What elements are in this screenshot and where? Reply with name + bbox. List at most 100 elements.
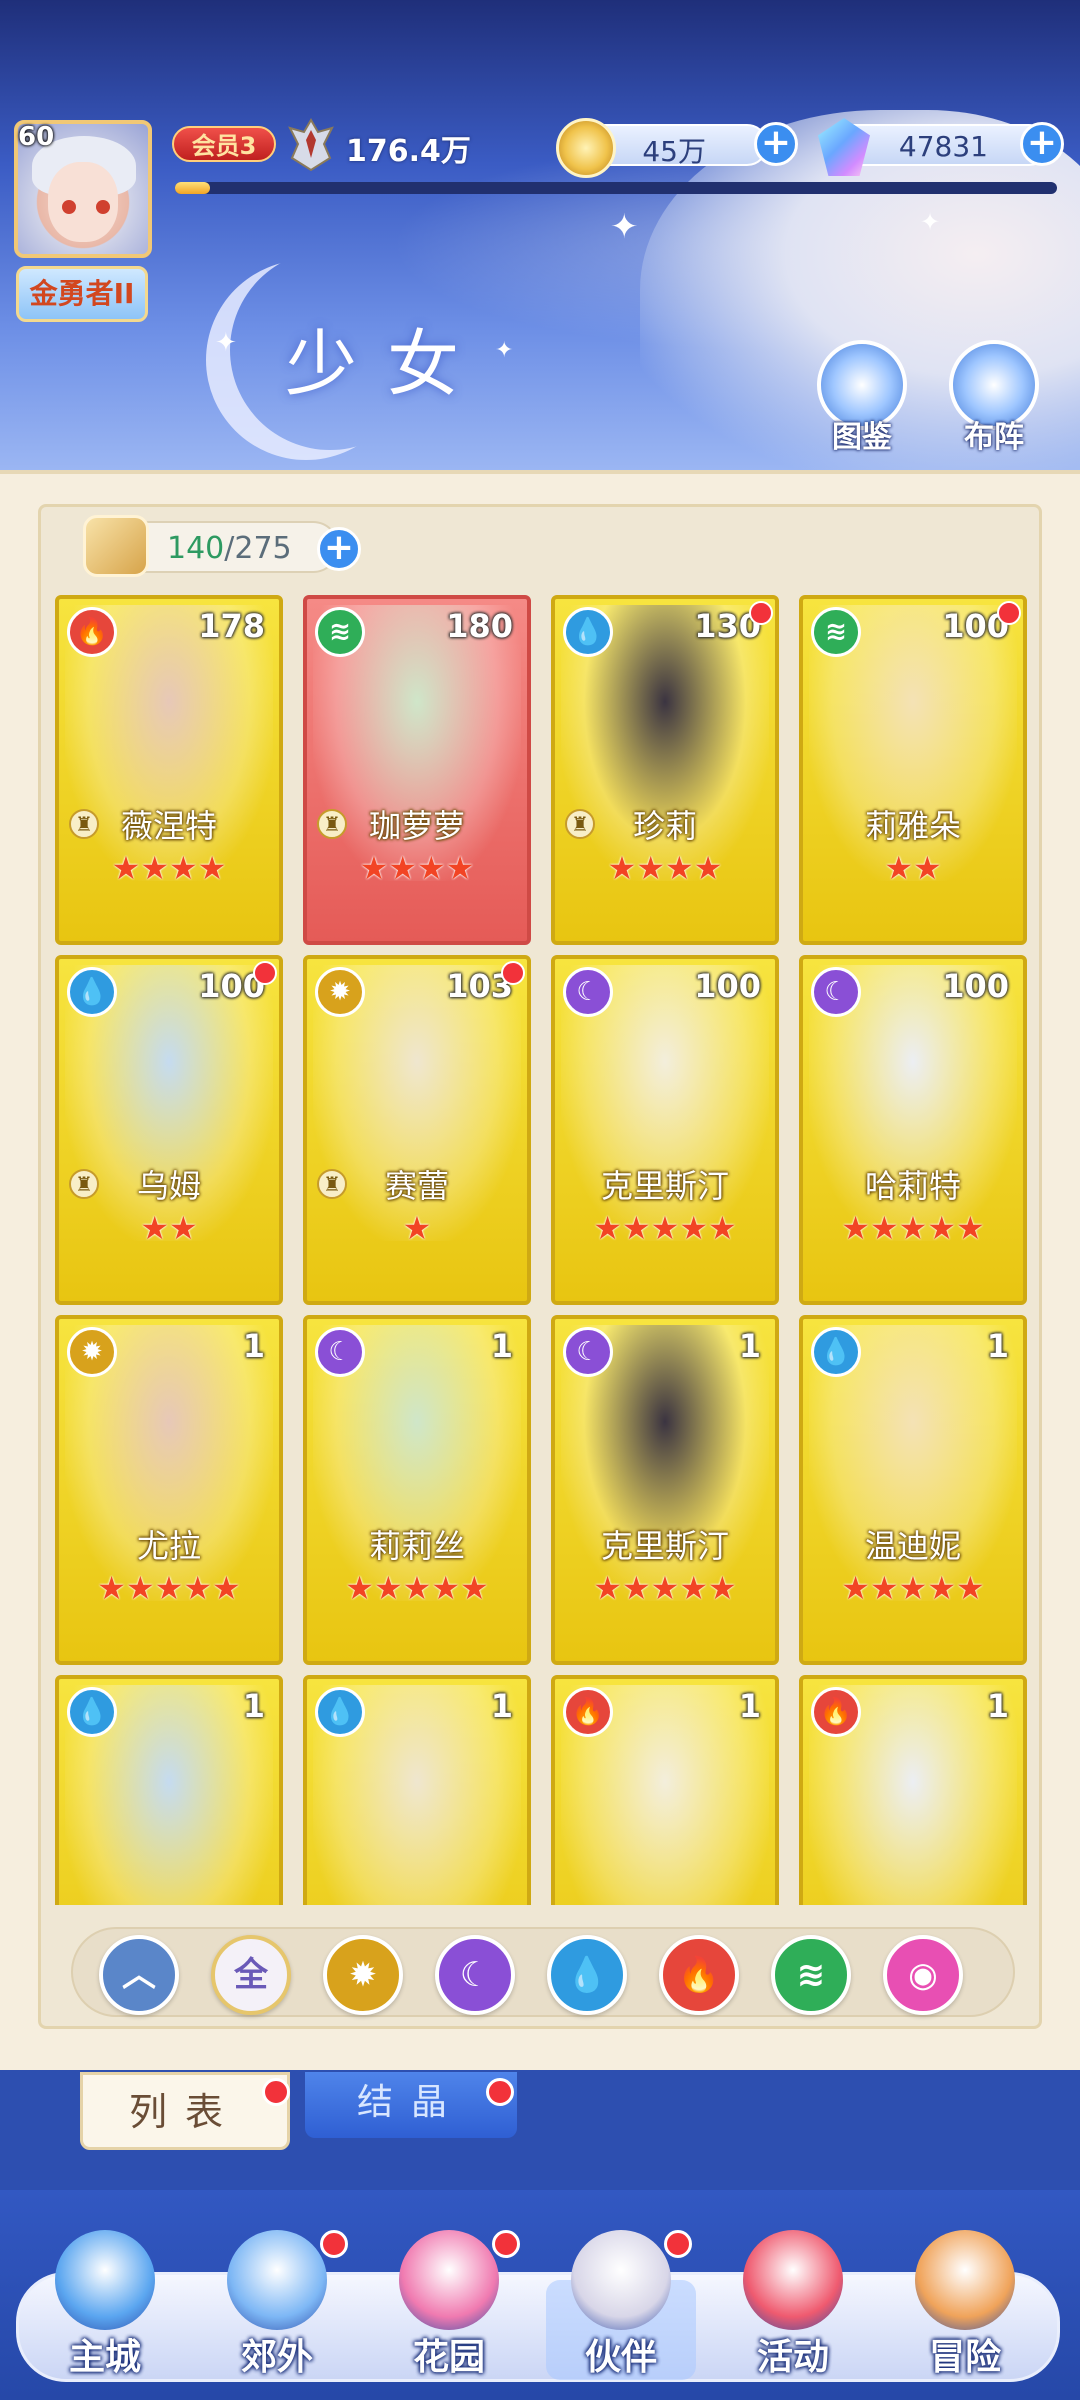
add-gold-button[interactable]: + xyxy=(754,122,798,166)
fire-element-icon: 🔥 xyxy=(67,607,117,657)
character-card[interactable]: ≋ 180 ♜ 珈萝萝 ★★★★ xyxy=(303,595,531,945)
expand-roster-button[interactable]: + xyxy=(317,527,361,571)
tab-list[interactable]: 列表 xyxy=(80,2072,290,2150)
fire-element-icon: 🔥 xyxy=(811,1687,861,1737)
gold-amount: 45万 xyxy=(642,135,706,168)
character-card[interactable]: ☾ 1 莉莉丝 ★★★★★ xyxy=(303,1315,531,1665)
exp-progress-fill xyxy=(175,182,211,194)
character-grid: 🔥 178 ♜ 薇涅特 ★★★★ ≋ 180 ♜ 珈萝萝 ★★★★ 💧 130 ♜ 珍莉 ★★★★ ≋ 100 莉… xyxy=(55,595,1035,1905)
add-gems-button[interactable]: + xyxy=(1020,122,1064,166)
gold-coin-icon xyxy=(556,118,616,178)
dark-element-icon: ☾ xyxy=(811,967,861,1017)
vip-badge[interactable]: 会员3 xyxy=(172,126,276,162)
star-rating: ★★★★★ xyxy=(841,1569,985,1607)
character-level: 1 xyxy=(738,1687,761,1725)
nav-label: 花园 xyxy=(412,2337,485,2378)
filter-fire-button[interactable]: 🔥 xyxy=(659,1935,739,2015)
character-card[interactable]: 💧 1 温迪妮 ★★★★★ xyxy=(799,1315,1027,1665)
character-level: 1 xyxy=(242,1327,265,1365)
filter-wind-button[interactable]: ≋ xyxy=(771,1935,851,2015)
filter-all-button[interactable]: 全 xyxy=(211,1935,291,2015)
player-title-badge[interactable]: 金勇者II xyxy=(16,266,148,322)
character-level: 100 xyxy=(942,967,1009,1005)
character-card[interactable]: ≋ 100 莉雅朵 ★★ xyxy=(799,595,1027,945)
portal-icon xyxy=(227,2230,327,2330)
filter-sort-button[interactable]: ︿ xyxy=(99,1935,179,2015)
tab-crystal-notification-dot xyxy=(486,2078,514,2106)
flame-icon: 🔥 xyxy=(677,1955,721,1995)
character-card[interactable]: 💧 100 ♜ 乌姆 ★★ xyxy=(55,955,283,1305)
character-name: 珍莉 xyxy=(632,807,697,845)
nav-notification-dot xyxy=(664,2230,692,2258)
dark-element-icon: ☾ xyxy=(315,1327,365,1377)
character-name: 珈萝萝 xyxy=(368,807,465,845)
combat-power: 176.4万 xyxy=(346,134,471,169)
roster-count: 140 xyxy=(167,531,225,566)
character-name: 莉雅朵 xyxy=(864,807,961,845)
filter-light-button[interactable]: ✹ xyxy=(323,1935,403,2015)
sparkle-icon: ✦ xyxy=(610,207,639,247)
chevron-up-icon: ︿ xyxy=(122,1955,156,1995)
capacity-separator: / xyxy=(224,531,235,566)
partner-panel: 140/275 + 🔥 178 ♜ 薇涅特 ★★★★ ≋ 180 ♜ 珈萝萝 ★★★★ 💧 130 ♜ 珍… xyxy=(0,470,1080,2070)
avatar-eye xyxy=(62,200,76,214)
nav-item[interactable]: 主城 xyxy=(20,2190,190,2390)
star-rating: ★★★★ xyxy=(607,849,723,887)
tab-crystal[interactable]: 结晶 xyxy=(305,2072,517,2138)
character-card[interactable]: 🔥 1 xyxy=(551,1675,779,1905)
roster-capacity-max: 275 xyxy=(234,531,292,566)
formation-button[interactable]: 布阵 xyxy=(944,340,1044,456)
character-name: 乌姆 xyxy=(136,1167,201,1205)
codex-label: 图鉴 xyxy=(832,420,892,455)
character-level: 180 xyxy=(446,607,513,645)
notification-dot xyxy=(997,601,1021,625)
character-level: 1 xyxy=(242,1687,265,1725)
star-rating: ★★★★★ xyxy=(97,1569,241,1607)
character-card[interactable]: ☾ 1 克里斯汀 ★★★★★ xyxy=(551,1315,779,1665)
character-card[interactable]: 💧 1 xyxy=(55,1675,283,1905)
fire-element-icon: 🔥 xyxy=(563,1687,613,1737)
character-card[interactable]: 🔥 1 xyxy=(799,1675,1027,1905)
character-name: 哈莉特 xyxy=(864,1167,961,1205)
character-card[interactable]: ✹ 1 尤拉 ★★★★★ xyxy=(55,1315,283,1665)
nav-item[interactable]: 活动 xyxy=(708,2190,878,2390)
character-name: 克里斯汀 xyxy=(600,1167,729,1205)
character-card[interactable]: 🔥 178 ♜ 薇涅特 ★★★★ xyxy=(55,595,283,945)
filter-special-button[interactable]: ◉ xyxy=(883,1935,963,2015)
nav-item[interactable]: 花园 xyxy=(364,2190,534,2390)
sparkle-icon: ✦ xyxy=(920,208,941,236)
filter-dark-button[interactable]: ☾ xyxy=(435,1935,515,2015)
wind-element-icon: ≋ xyxy=(811,607,861,657)
water-element-icon: 💧 xyxy=(315,1687,365,1737)
element-filter-bar: ︿ 全 ✹ ☾ 💧 🔥 ≋ ◉ xyxy=(71,1927,1015,2017)
character-level: 100 xyxy=(694,967,761,1005)
character-card[interactable]: ✹ 103 ♜ 赛蕾 ★ xyxy=(303,955,531,1305)
filter-water-button[interactable]: 💧 xyxy=(547,1935,627,2015)
all-icon: 全 xyxy=(234,1955,268,1995)
bottom-navigation: 主城 郊外 花园 伙伴 活动 冒险 xyxy=(0,2190,1080,2400)
tab-list-notification-dot xyxy=(262,2078,290,2106)
nav-notification-dot xyxy=(492,2230,520,2258)
star-rating: ★ xyxy=(402,1209,432,1247)
water-drop-icon: 💧 xyxy=(565,1955,609,1995)
capacity-text: 140/275 xyxy=(167,531,292,566)
character-card[interactable]: ☾ 100 哈莉特 ★★★★★ xyxy=(799,955,1027,1305)
character-card[interactable]: 💧 130 ♜ 珍莉 ★★★★ xyxy=(551,595,779,945)
light-element-icon: ✹ xyxy=(67,1327,117,1377)
nav-item[interactable]: 郊外 xyxy=(192,2190,362,2390)
water-element-icon: 💧 xyxy=(563,607,613,657)
character-card[interactable]: 💧 1 xyxy=(303,1675,531,1905)
sun-icon: ✹ xyxy=(348,1955,378,1995)
character-card[interactable]: ☾ 100 克里斯汀 ★★★★★ xyxy=(551,955,779,1305)
nav-notification-dot xyxy=(320,2230,348,2258)
gift-box-icon xyxy=(743,2230,843,2330)
codex-button[interactable]: 图鉴 xyxy=(812,340,912,456)
castle-icon xyxy=(55,2230,155,2330)
character-name: 莉莉丝 xyxy=(368,1527,465,1565)
dark-element-icon: ☾ xyxy=(563,1327,613,1377)
nav-item[interactable]: 冒险 xyxy=(880,2190,1050,2390)
nav-item[interactable]: 伙伴 xyxy=(536,2190,706,2390)
nav-label: 活动 xyxy=(756,2337,829,2378)
water-element-icon: 💧 xyxy=(811,1327,861,1377)
notification-dot xyxy=(749,601,773,625)
